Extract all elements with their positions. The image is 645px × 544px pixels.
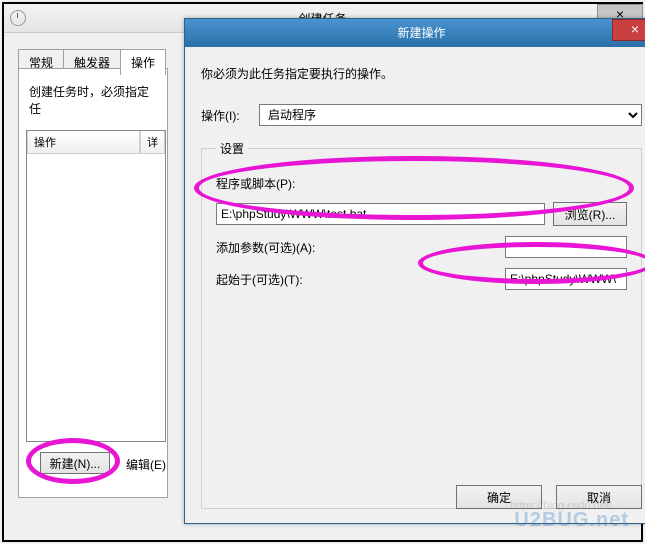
actions-table: 操作 详: [26, 130, 166, 442]
edit-button[interactable]: 编辑(E): [126, 456, 166, 473]
new-action-dialog: 新建操作 × 你必须为此任务指定要执行的操作。 操作(I): 启动程序 设置 程…: [184, 18, 645, 524]
new-button[interactable]: 新建(N)...: [40, 452, 110, 474]
cancel-button[interactable]: 取消: [556, 485, 642, 509]
settings-group: 设置 程序或脚本(P): 浏览(R)... 添加参数(可选)(A): 起始于(可…: [201, 140, 642, 509]
action-label: 操作(I):: [201, 107, 259, 124]
dialog-close-button[interactable]: ×: [612, 19, 645, 41]
ok-button[interactable]: 确定: [456, 485, 542, 509]
program-input[interactable]: [216, 203, 545, 225]
settings-legend: 设置: [216, 140, 248, 157]
dialog-instruction: 你必须为此任务指定要执行的操作。: [201, 65, 642, 82]
startin-input[interactable]: [505, 268, 627, 290]
clock-icon: [10, 10, 26, 26]
args-input[interactable]: [505, 236, 627, 258]
dialog-titlebar: 新建操作 ×: [185, 19, 645, 47]
tab-actions[interactable]: 操作: [120, 49, 166, 75]
program-label: 程序或脚本(P):: [216, 175, 328, 192]
browse-button[interactable]: 浏览(R)...: [553, 202, 627, 226]
col-details[interactable]: 详: [140, 131, 165, 154]
dialog-title: 新建操作: [397, 26, 445, 40]
action-select[interactable]: 启动程序: [259, 104, 642, 126]
args-label: 添加参数(可选)(A):: [216, 239, 366, 256]
col-action[interactable]: 操作: [27, 131, 140, 154]
startin-label: 起始于(可选)(T):: [216, 271, 366, 288]
tab-note: 创建任务时，必须指定任: [29, 83, 157, 117]
